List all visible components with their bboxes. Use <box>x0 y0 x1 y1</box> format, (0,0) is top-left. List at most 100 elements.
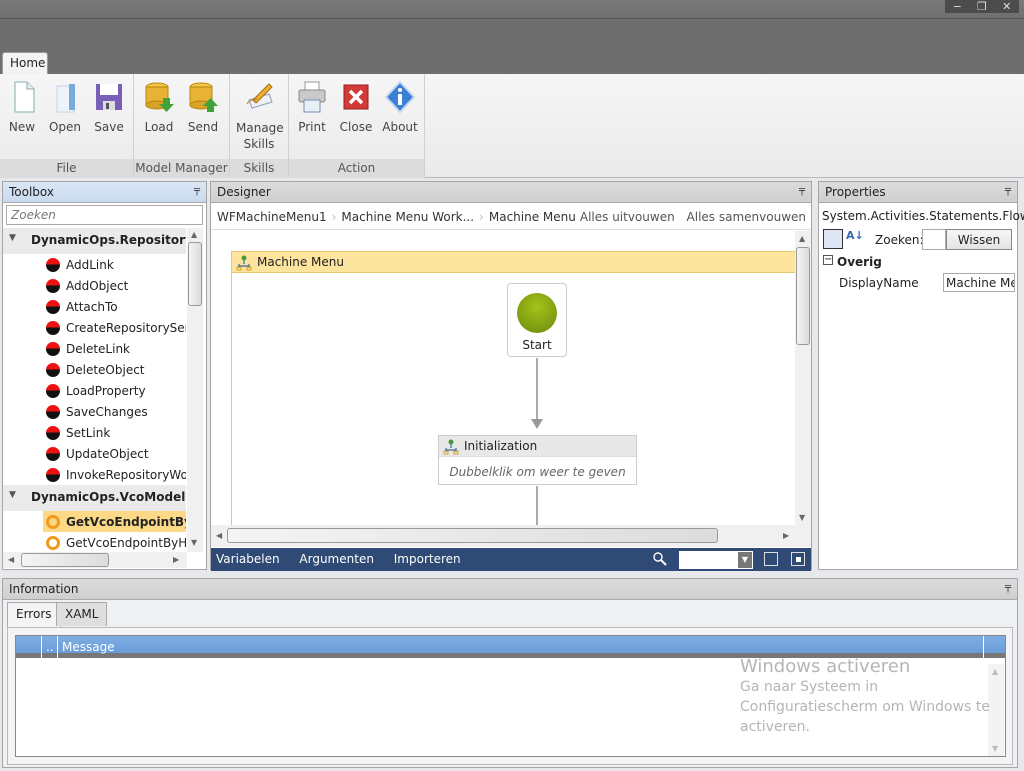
toolbox-item[interactable]: CreateRepositoryServi <box>3 317 186 338</box>
variables-tab[interactable]: Variabelen <box>216 552 280 566</box>
scroll-right-icon[interactable]: ▶ <box>783 531 789 540</box>
database-download-icon <box>143 80 175 114</box>
toolbox-item[interactable]: LoadProperty <box>3 380 186 401</box>
toolbox-item[interactable]: GetVcoEndpointByHos <box>3 532 186 553</box>
open-button[interactable]: Open <box>43 80 87 134</box>
displayname-input[interactable]: Machine Mer <box>943 273 1015 292</box>
tab-errors[interactable]: Errors <box>7 602 61 628</box>
column-header-message[interactable]: Message <box>62 640 115 654</box>
designer-vertical-scrollbar[interactable]: ▲ ▼ <box>795 231 811 525</box>
red-x-icon <box>340 80 372 114</box>
toolbox-item[interactable]: AddLink <box>3 254 186 275</box>
toolbox-item[interactable]: DeleteObject <box>3 359 186 380</box>
toolbox-horizontal-scrollbar[interactable]: ◀ ▶ <box>3 552 187 568</box>
clear-button[interactable]: Wissen <box>946 229 1012 250</box>
toolbox-panel: Toolbox ╤ Zoeken ▼ DynamicOps.Repository … <box>2 181 207 570</box>
zoom-level-combobox[interactable]: ▼ <box>679 551 753 569</box>
collapse-arrow-icon[interactable]: ▼ <box>9 233 16 243</box>
toolbox-category[interactable]: ▼ DynamicOps.Repository <box>3 228 186 254</box>
collapse-icon[interactable]: − <box>823 255 833 265</box>
toolbox-item[interactable]: DeleteLink <box>3 338 186 359</box>
minimize-button[interactable]: − <box>953 0 962 13</box>
breadcrumb-item[interactable]: Machine Menu <box>489 210 576 224</box>
floppy-disk-icon <box>93 80 125 114</box>
scroll-left-icon[interactable]: ◀ <box>8 555 14 564</box>
activity-icon <box>46 468 60 482</box>
close-window-button[interactable]: ✕ <box>1002 0 1011 13</box>
print-button[interactable]: Print <box>290 80 334 134</box>
zoom-magnifier-icon[interactable] <box>653 552 667 566</box>
breadcrumb-item[interactable]: WFMachineMenu1 <box>217 210 327 224</box>
chevron-down-icon[interactable]: ▼ <box>738 552 752 568</box>
toolbox-item[interactable]: InvokeRepositoryWork <box>3 464 186 485</box>
activity-icon <box>46 405 60 419</box>
designer-bottom-bar: Variabelen Argumenten Importeren ▼ <box>211 548 811 571</box>
properties-panel: Properties ╤ System.Activities.Statement… <box>818 181 1024 570</box>
manage-skills-button[interactable]: Manage Skills <box>236 80 284 152</box>
toolbox-vertical-scrollbar[interactable]: ▲ ▼ <box>187 228 203 552</box>
new-button[interactable]: New <box>0 80 44 134</box>
start-node[interactable]: Start <box>507 283 567 357</box>
scroll-left-icon[interactable]: ◀ <box>216 531 222 540</box>
toolbox-item[interactable]: SetLink <box>3 422 186 443</box>
chevron-right-icon: › <box>479 210 484 224</box>
properties-search-input[interactable] <box>922 229 946 250</box>
pencil-note-icon <box>243 80 275 114</box>
scroll-up-icon[interactable]: ▲ <box>191 230 197 239</box>
close-button[interactable]: Close <box>334 80 378 134</box>
overview-icon[interactable] <box>791 552 805 566</box>
column-header[interactable]: .. <box>46 640 54 654</box>
alphabetical-sort-icon[interactable]: A↓ <box>846 229 864 242</box>
activity-icon <box>46 321 60 335</box>
categorized-view-icon[interactable] <box>823 229 843 249</box>
activity-icon <box>46 363 60 377</box>
connector-line[interactable] <box>536 358 538 420</box>
fit-to-screen-icon[interactable] <box>764 552 778 566</box>
scroll-right-icon[interactable]: ▶ <box>173 555 179 564</box>
ribbon: New Open Save File Load Send Model Manag… <box>0 74 1024 178</box>
toolbox-search-input[interactable]: Zoeken <box>6 205 203 225</box>
scrollbar-thumb[interactable] <box>188 242 202 306</box>
scroll-up-icon[interactable]: ▲ <box>799 234 805 243</box>
pin-icon[interactable]: ╤ <box>194 185 200 196</box>
activity-icon <box>46 279 60 293</box>
toolbox-item-selected[interactable]: GetVcoEndpointByM <box>43 511 186 532</box>
collapse-arrow-icon[interactable]: ▼ <box>9 490 16 500</box>
scrollbar-thumb[interactable] <box>796 247 810 345</box>
initialization-activity[interactable]: Initialization Dubbelklik om weer te gev… <box>438 435 637 485</box>
scroll-down-icon[interactable]: ▼ <box>191 538 197 547</box>
toolbox-item[interactable]: AttachTo <box>3 296 186 317</box>
arguments-tab[interactable]: Argumenten <box>299 552 374 566</box>
connector-line[interactable] <box>536 486 538 525</box>
toolbox-category[interactable]: ▼DynamicOps.VcoModel.Act <box>3 485 186 511</box>
scrollbar-thumb[interactable] <box>227 528 718 543</box>
expand-all-link[interactable]: Alles uitvouwen <box>580 210 675 224</box>
ribbon-group-label: File <box>0 159 133 178</box>
flowchart-header[interactable]: Machine Menu <box>231 251 796 273</box>
scrollbar-thumb[interactable] <box>21 553 109 567</box>
about-button[interactable]: About <box>378 80 422 134</box>
imports-tab[interactable]: Importeren <box>394 552 461 566</box>
send-button[interactable]: Send <box>181 80 225 134</box>
tab-xaml[interactable]: XAML <box>56 602 108 626</box>
pin-icon[interactable]: ╤ <box>1005 185 1011 196</box>
errors-vertical-scrollbar[interactable]: ▲ ▼ <box>988 664 1004 756</box>
scroll-down-icon[interactable]: ▼ <box>992 744 998 753</box>
designer-panel: Designer ╤ WFMachineMenu1 › Machine Menu W… <box>210 181 812 571</box>
pin-icon[interactable]: ╤ <box>799 185 805 196</box>
toolbox-item[interactable]: UpdateObject <box>3 443 186 464</box>
pin-icon[interactable]: ╤ <box>1005 582 1011 593</box>
property-category[interactable]: − Overig <box>819 253 1017 273</box>
collapse-all-link[interactable]: Alles samenvouwen <box>687 210 806 224</box>
designer-canvas[interactable]: Machine Menu Start Initialization Dubbel… <box>211 231 796 525</box>
ribbon-tab-home[interactable]: Home <box>2 52 48 75</box>
breadcrumb-item[interactable]: Machine Menu Work... <box>341 210 474 224</box>
toolbox-item[interactable]: AddObject <box>3 275 186 296</box>
scroll-up-icon[interactable]: ▲ <box>992 667 998 676</box>
scroll-down-icon[interactable]: ▼ <box>799 513 805 522</box>
toolbox-item[interactable]: SaveChanges <box>3 401 186 422</box>
save-button[interactable]: Save <box>87 80 131 134</box>
designer-horizontal-scrollbar[interactable]: ◀ ▶ <box>211 525 811 547</box>
restore-button[interactable]: ❐ <box>977 0 987 13</box>
load-button[interactable]: Load <box>137 80 181 134</box>
